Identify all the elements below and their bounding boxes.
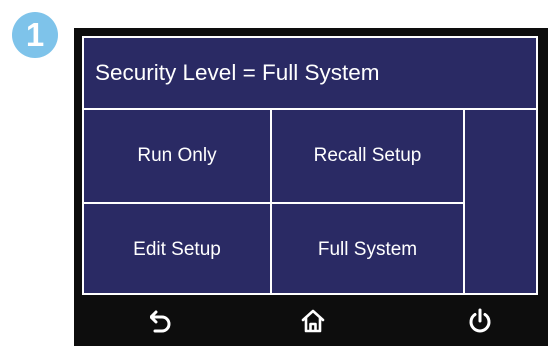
step-number-badge: 1 <box>12 12 58 58</box>
bottom-nav-bar <box>74 295 548 346</box>
recall-setup-label: Recall Setup <box>313 145 422 166</box>
back-arrow-icon <box>150 310 171 333</box>
run-only-button[interactable]: Run Only <box>84 110 272 204</box>
full-system-button[interactable]: Full System <box>272 204 465 295</box>
run-only-label: Run Only <box>137 145 217 166</box>
touch-screen: Security Level = Full System Run Only Re… <box>82 36 538 295</box>
back-button[interactable] <box>141 301 181 341</box>
power-button[interactable] <box>460 301 500 341</box>
recall-setup-button[interactable]: Recall Setup <box>272 110 465 204</box>
home-icon <box>301 309 325 333</box>
full-system-label: Full System <box>317 238 418 260</box>
edit-setup-label: Edit Setup <box>133 238 221 260</box>
stage: 1 Security Level = Full System Run Only … <box>0 0 548 346</box>
home-button[interactable] <box>293 301 333 341</box>
security-options-grid: Run Only Recall Setup Edit Setup Full Sy… <box>84 110 536 295</box>
empty-panel <box>465 110 536 295</box>
security-level-title: Security Level = Full System <box>84 38 536 110</box>
page-title: Security Level = Full System <box>95 60 380 85</box>
edit-setup-button[interactable]: Edit Setup <box>84 204 272 295</box>
device-display: Security Level = Full System Run Only Re… <box>74 28 548 346</box>
power-icon <box>469 308 491 333</box>
